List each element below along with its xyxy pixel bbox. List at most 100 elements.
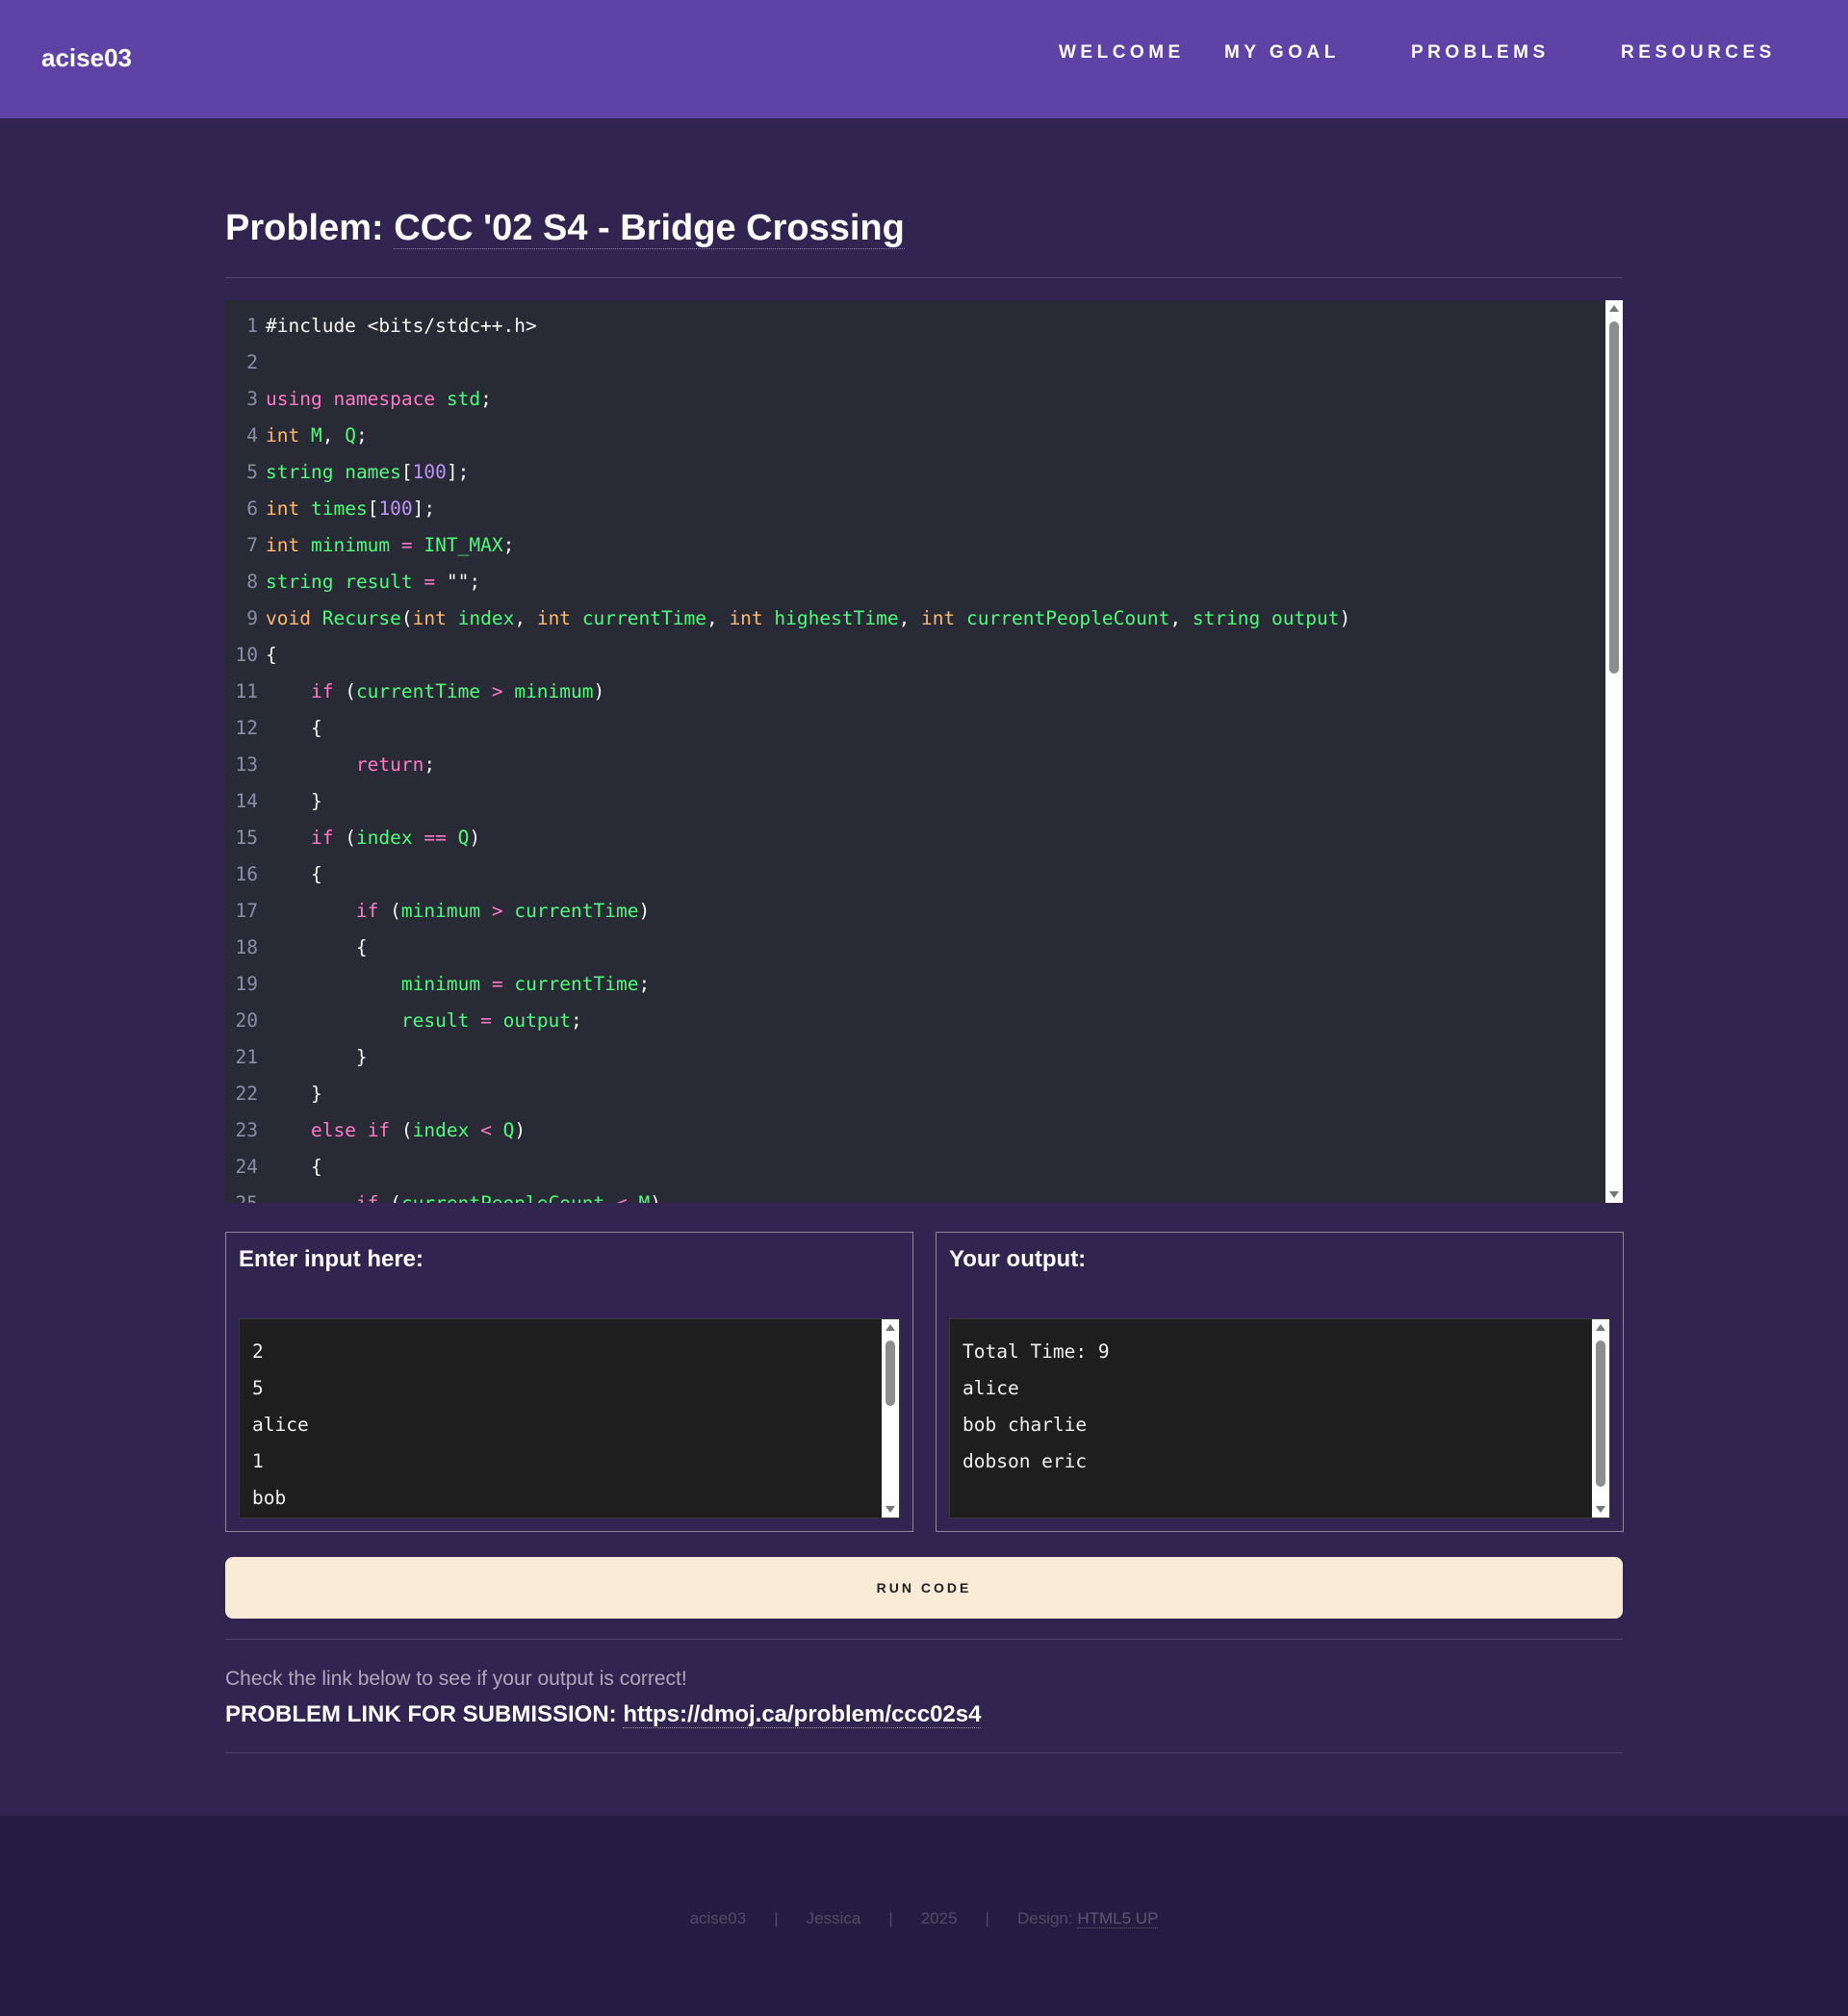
code-token: namespace <box>333 388 436 410</box>
code-token: minimum <box>400 900 481 922</box>
scroll-down-arrow-icon[interactable] <box>1609 1191 1619 1198</box>
code-token: ) <box>593 680 605 702</box>
input-text[interactable]: 2 5 alice 1 bob <box>252 1334 309 1517</box>
code-token: minimum <box>310 534 391 556</box>
code-line[interactable]: 6 int times[100]; <box>225 491 1602 527</box>
input-line: 2 <box>252 1340 264 1363</box>
code-line[interactable]: 13 return; <box>225 747 1602 783</box>
input-panel: Enter input here: 2 5 alice 1 bob <box>225 1232 913 1532</box>
run-code-button[interactable]: RUN CODE <box>225 1557 1623 1619</box>
editor-scrollbar[interactable] <box>1605 300 1623 1203</box>
code-line[interactable]: 19 minimum = currentTime; <box>225 966 1602 1003</box>
check-note: Check the link below to see if your outp… <box>225 1668 687 1690</box>
scroll-thumb[interactable] <box>886 1340 895 1406</box>
code-text[interactable]: { <box>266 856 322 893</box>
code-line[interactable]: 23 else if (index < Q) <box>225 1112 1602 1149</box>
problem-name-link[interactable]: CCC '02 S4 - Bridge Crossing <box>394 208 905 249</box>
code-line[interactable]: 1 #include <bits/stdc++.h> <box>225 308 1602 345</box>
code-text[interactable]: using namespace std; <box>266 381 492 418</box>
code-lines[interactable]: 1 #include <bits/stdc++.h> 2 3 using namespa… <box>225 308 1602 1203</box>
code-text[interactable]: if (currentPeopleCount < M) <box>266 1186 661 1203</box>
code-text[interactable]: } <box>266 783 322 820</box>
code-token: == <box>424 827 447 849</box>
code-text[interactable]: { <box>266 710 322 747</box>
code-text[interactable]: void Recurse(int index, int currentTime,… <box>266 600 1350 637</box>
code-token: = <box>400 534 413 556</box>
code-line[interactable]: 2 <box>225 345 1602 381</box>
code-line[interactable]: 5 string names[100]; <box>225 454 1602 491</box>
nav-my-goal[interactable]: MY GOAL <box>1224 42 1340 64</box>
code-token: std <box>446 388 481 410</box>
scroll-up-arrow-icon[interactable] <box>886 1324 895 1331</box>
code-line[interactable]: 12 { <box>225 710 1602 747</box>
footer-design-link[interactable]: HTML5 UP <box>1077 1909 1159 1928</box>
code-line[interactable]: 17 if (minimum > currentTime) <box>225 893 1602 930</box>
scroll-up-arrow-icon[interactable] <box>1609 305 1619 312</box>
code-line[interactable]: 10 { <box>225 637 1602 674</box>
code-text[interactable]: result = output; <box>266 1003 582 1039</box>
code-token: M <box>638 1192 650 1203</box>
code-token: minimum <box>400 973 481 995</box>
scroll-up-arrow-icon[interactable] <box>1596 1324 1605 1331</box>
code-line[interactable]: 21 } <box>225 1039 1602 1076</box>
code-text[interactable]: return; <box>266 747 435 783</box>
code-line[interactable]: 11 if (currentTime > minimum) <box>225 674 1602 710</box>
site-brand[interactable]: acise03 <box>41 43 132 73</box>
code-line[interactable]: 7 int minimum = INT_MAX; <box>225 527 1602 564</box>
code-line[interactable]: 22 } <box>225 1076 1602 1112</box>
code-text[interactable]: { <box>266 1149 322 1186</box>
code-token: currentTime <box>581 607 706 629</box>
scroll-down-arrow-icon[interactable] <box>886 1506 895 1513</box>
code-token: ; <box>355 424 368 447</box>
scroll-thumb[interactable] <box>1609 321 1619 674</box>
code-line[interactable]: 8 string result = ""; <box>225 564 1602 600</box>
code-line[interactable]: 4 int M, Q; <box>225 418 1602 454</box>
code-line[interactable]: 15 if (index == Q) <box>225 820 1602 856</box>
code-text[interactable]: int M, Q; <box>266 418 368 454</box>
code-line[interactable]: 20 result = output; <box>225 1003 1602 1039</box>
scroll-thumb[interactable] <box>1596 1340 1605 1487</box>
output-textarea[interactable]: Total Time: 9 alice bob charlie dobson eric <box>949 1318 1610 1518</box>
code-text[interactable]: minimum = currentTime; <box>266 966 650 1003</box>
line-number: 4 <box>246 424 258 447</box>
line-number: 17 <box>235 900 258 922</box>
code-line[interactable]: 3 using namespace std; <box>225 381 1602 418</box>
code-text[interactable]: int minimum = INT_MAX; <box>266 527 514 564</box>
code-text[interactable]: { <box>266 637 277 674</box>
code-line[interactable]: 16 { <box>225 856 1602 893</box>
code-line[interactable]: 18 { <box>225 930 1602 966</box>
input-textarea[interactable]: 2 5 alice 1 bob <box>239 1318 900 1518</box>
output-scrollbar[interactable] <box>1592 1319 1609 1518</box>
scroll-down-arrow-icon[interactable] <box>1596 1506 1605 1513</box>
code-editor[interactable]: 1 #include <bits/stdc++.h> 2 3 using namespa… <box>225 300 1623 1203</box>
code-text[interactable]: } <box>266 1076 322 1112</box>
nav-resources[interactable]: RESOURCES <box>1621 42 1776 64</box>
input-scrollbar[interactable] <box>882 1319 899 1518</box>
code-text[interactable]: if (minimum > currentTime) <box>266 893 650 930</box>
code-text[interactable]: { <box>266 930 368 966</box>
nav-problems[interactable]: PROBLEMS <box>1411 42 1550 64</box>
code-text[interactable]: if (index == Q) <box>266 820 480 856</box>
code-line[interactable]: 25 if (currentPeopleCount < M) <box>225 1186 1602 1203</box>
code-token: ; <box>424 753 436 776</box>
code-token: { <box>266 717 322 739</box>
code-line[interactable]: 9 void Recurse(int index, int currentTime… <box>225 600 1602 637</box>
code-text[interactable]: if (currentTime > minimum) <box>266 674 604 710</box>
code-text[interactable]: string names[100]; <box>266 454 469 491</box>
code-text[interactable]: } <box>266 1039 368 1076</box>
code-text[interactable]: string result = ""; <box>266 564 480 600</box>
code-line[interactable]: 24 { <box>225 1149 1602 1186</box>
code-text[interactable]: #include <bits/stdc++.h> <box>266 308 537 345</box>
footer-copyright: acise03 | Jessica | 2025 | Design: HTML5 UP <box>0 1909 1848 1928</box>
code-text[interactable]: else if (index < Q) <box>266 1112 526 1149</box>
submission-link[interactable]: https://dmoj.ca/problem/ccc02s4 <box>623 1701 982 1728</box>
code-text[interactable]: int times[100]; <box>266 491 435 527</box>
input-line: bob <box>252 1487 287 1509</box>
nav-welcome[interactable]: WELCOME <box>1059 42 1185 64</box>
output-panel-title: Your output: <box>949 1246 1087 1272</box>
code-line[interactable]: 14 } <box>225 783 1602 820</box>
